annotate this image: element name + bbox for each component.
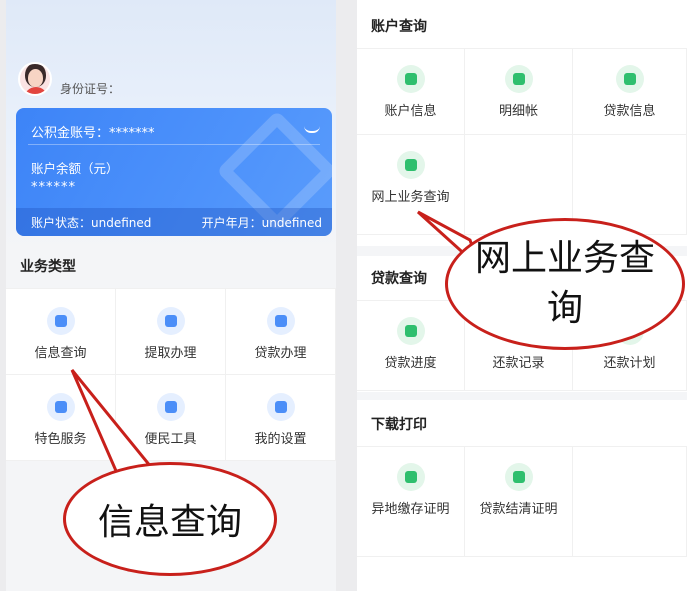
- online-query-callout: 网上业务查询: [445, 218, 685, 350]
- callout-text: 信息查询: [97, 502, 242, 543]
- callout-text: 网上业务查询: [475, 238, 656, 329]
- info-query-callout: 信息查询: [63, 462, 277, 576]
